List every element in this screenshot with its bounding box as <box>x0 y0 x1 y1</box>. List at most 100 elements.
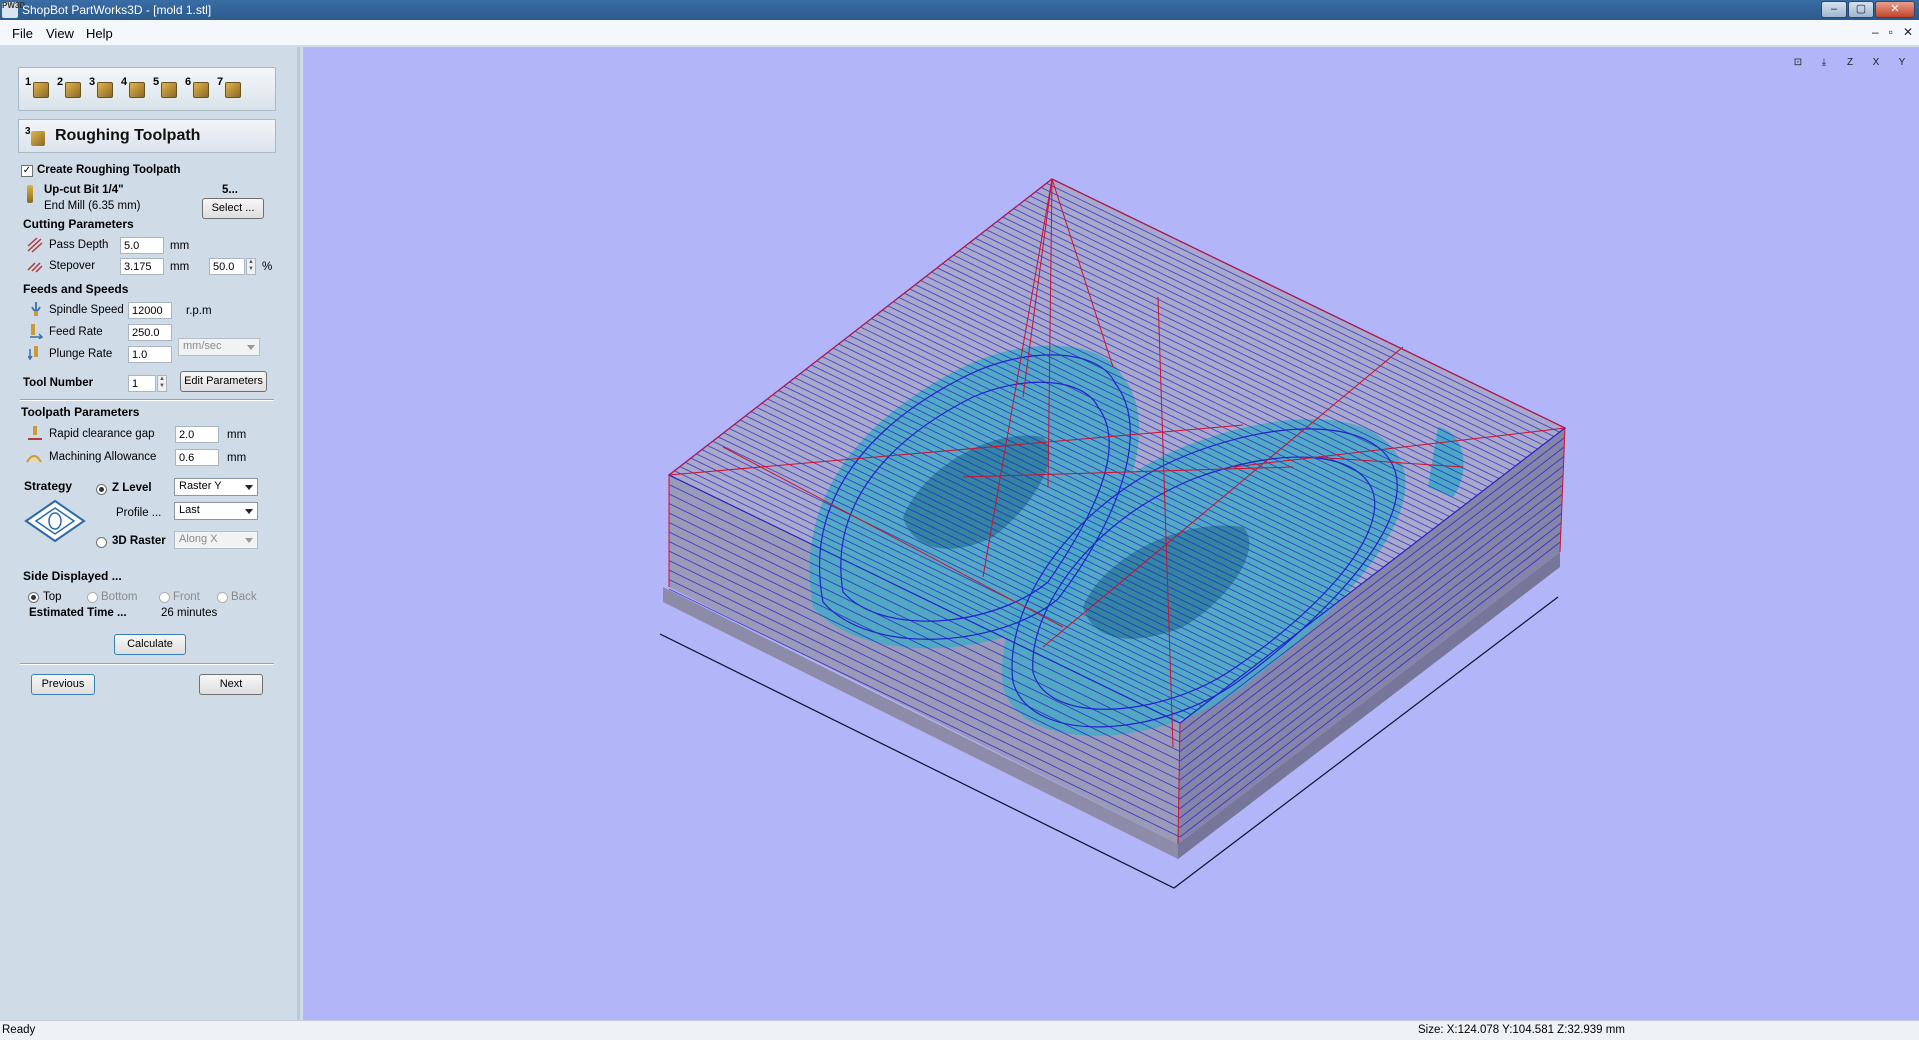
mdi-close-button[interactable]: ✕ <box>1903 25 1913 39</box>
stepover-percent-input[interactable] <box>209 258 245 275</box>
pass-depth-input[interactable] <box>120 237 164 254</box>
roughing-icon: 3 <box>25 126 45 148</box>
rapid-clearance-label: Rapid clearance gap <box>49 428 155 440</box>
stepover-input[interactable] <box>120 258 164 275</box>
next-button[interactable]: Next <box>199 674 263 695</box>
zoom-extents-icon[interactable]: ⊡ <box>1787 53 1809 73</box>
step-2-icon <box>65 82 81 98</box>
tool-number-input[interactable] <box>128 375 156 392</box>
tool-name: Up-cut Bit 1/4" <box>44 184 124 196</box>
view-y-icon[interactable]: Y <box>1891 53 1913 73</box>
menu-file[interactable]: File <box>12 26 33 41</box>
side-front-label: Front <box>173 591 200 603</box>
side-top-radio[interactable] <box>28 592 39 603</box>
plunge-rate-input[interactable] <box>128 346 172 363</box>
menu-help[interactable]: Help <box>86 26 113 41</box>
edit-parameters-button[interactable]: Edit Parameters <box>180 371 267 392</box>
stepover-icon <box>27 262 43 273</box>
stepover-unit: mm <box>170 261 190 273</box>
step-4-button[interactable]: 4 <box>121 76 147 102</box>
zlevel-radio[interactable] <box>96 484 107 495</box>
menu-bar: File View Help – ▫ ✕ <box>0 20 1919 46</box>
model-size-readout: Size: X:124.078 Y:104.581 Z:32.939 mm <box>1418 1024 1625 1036</box>
raster-direction-select: Along X <box>174 531 258 549</box>
profile-select[interactable]: Last <box>174 502 258 520</box>
step-5-icon <box>161 82 177 98</box>
rapid-clearance-input[interactable] <box>175 426 219 443</box>
divider <box>20 663 274 665</box>
mdi-minimize-button[interactable]: – <box>1872 25 1879 39</box>
step-4-icon <box>129 82 145 98</box>
divider <box>20 399 274 401</box>
side-back-label: Back <box>231 591 257 603</box>
iso-view-icon[interactable]: ⤓ <box>1813 53 1835 73</box>
machining-allowance-icon <box>26 455 42 463</box>
step-7-icon <box>225 82 241 98</box>
close-button[interactable]: ✕ <box>1875 1 1915 18</box>
stepover-percent-spinner[interactable]: ▲ ▼ <box>246 258 256 275</box>
machining-allowance-unit: mm <box>227 452 247 464</box>
zlevel-strategy-select[interactable]: Raster Y <box>174 478 258 496</box>
chevron-down-icon <box>245 509 253 514</box>
app-icon: PW3D <box>2 2 25 18</box>
previous-button[interactable]: Previous <box>31 674 95 695</box>
step-6-button[interactable]: 6 <box>185 76 211 102</box>
side-front-radio <box>159 592 170 603</box>
view-z-icon[interactable]: Z <box>1839 53 1861 73</box>
panel-title: Roughing Toolpath <box>55 127 201 144</box>
create-roughing-checkbox[interactable]: ✓ <box>21 165 33 177</box>
menu-view[interactable]: View <box>46 26 74 41</box>
profile-label: Profile ... <box>116 507 162 519</box>
step-7-button[interactable]: 7 <box>217 76 243 102</box>
spindle-speed-label: Spindle Speed <box>49 304 124 316</box>
tool-description: End Mill (6.35 mm) <box>44 200 141 212</box>
tool-number-spinner[interactable]: ▲ ▼ <box>157 375 167 392</box>
pass-depth-unit: mm <box>170 240 190 252</box>
zlevel-label: Z Level <box>112 482 152 494</box>
toolpath-preview-svg <box>659 178 1567 889</box>
create-roughing-label: Create Roughing Toolpath <box>37 164 181 176</box>
feed-rate-icon <box>30 324 44 339</box>
chevron-down-icon <box>245 485 253 490</box>
raster-radio[interactable] <box>96 537 107 548</box>
spindle-speed-unit: r.p.m <box>186 305 212 317</box>
side-bottom-label: Bottom <box>101 591 138 603</box>
toolpath-steps-toolbar: 1 2 3 4 5 6 7 <box>18 67 276 111</box>
calculate-button[interactable]: Calculate <box>114 634 186 655</box>
chevron-down-icon <box>245 538 253 543</box>
side-displayed-heading: Side Displayed ... <box>23 569 122 583</box>
step-6-icon <box>193 82 209 98</box>
select-tool-button[interactable]: Select ... <box>202 198 264 219</box>
spindle-speed-icon <box>31 302 41 316</box>
step-1-button[interactable]: 1 <box>25 76 51 102</box>
chevron-down-icon <box>247 345 255 350</box>
strategy-heading: Strategy <box>24 479 73 493</box>
step-5-button[interactable]: 5 <box>153 76 179 102</box>
step-3-button[interactable]: 3 <box>89 76 115 102</box>
maximize-button[interactable]: ▢ <box>1848 1 1874 18</box>
spindle-speed-input[interactable] <box>128 302 172 319</box>
step-3-icon <box>97 82 113 98</box>
raster-label: 3D Raster <box>112 535 166 547</box>
rapid-clearance-unit: mm <box>227 429 247 441</box>
view-x-icon[interactable]: X <box>1865 53 1887 73</box>
strategy-diagram-icon <box>24 499 86 543</box>
feeds-speeds-heading: Feeds and Speeds <box>23 282 129 296</box>
view-tools-toolbar: ⊡ ⤓ Z X Y <box>1787 53 1913 73</box>
side-back-radio <box>217 592 228 603</box>
plunge-rate-icon <box>28 346 38 361</box>
feed-rate-input[interactable] <box>128 324 172 341</box>
estimated-time-value: 26 minutes <box>161 607 218 619</box>
plunge-rate-label: Plunge Rate <box>49 348 113 360</box>
tool-number-indicator: 5... <box>222 184 238 196</box>
side-top-label: Top <box>43 591 62 603</box>
step-2-button[interactable]: 2 <box>57 76 83 102</box>
machining-allowance-input[interactable] <box>175 449 219 466</box>
3d-viewport[interactable]: ⊡ ⤓ Z X Y <box>303 47 1919 1020</box>
minimize-button[interactable]: – <box>1821 1 1847 18</box>
rapid-clearance-icon <box>28 426 42 440</box>
mdi-restore-button[interactable]: ▫ <box>1889 25 1893 39</box>
tool-number-label: Tool Number <box>23 377 94 389</box>
stepover-label: Stepover <box>49 260 96 272</box>
machining-allowance-label: Machining Allowance <box>49 451 157 463</box>
